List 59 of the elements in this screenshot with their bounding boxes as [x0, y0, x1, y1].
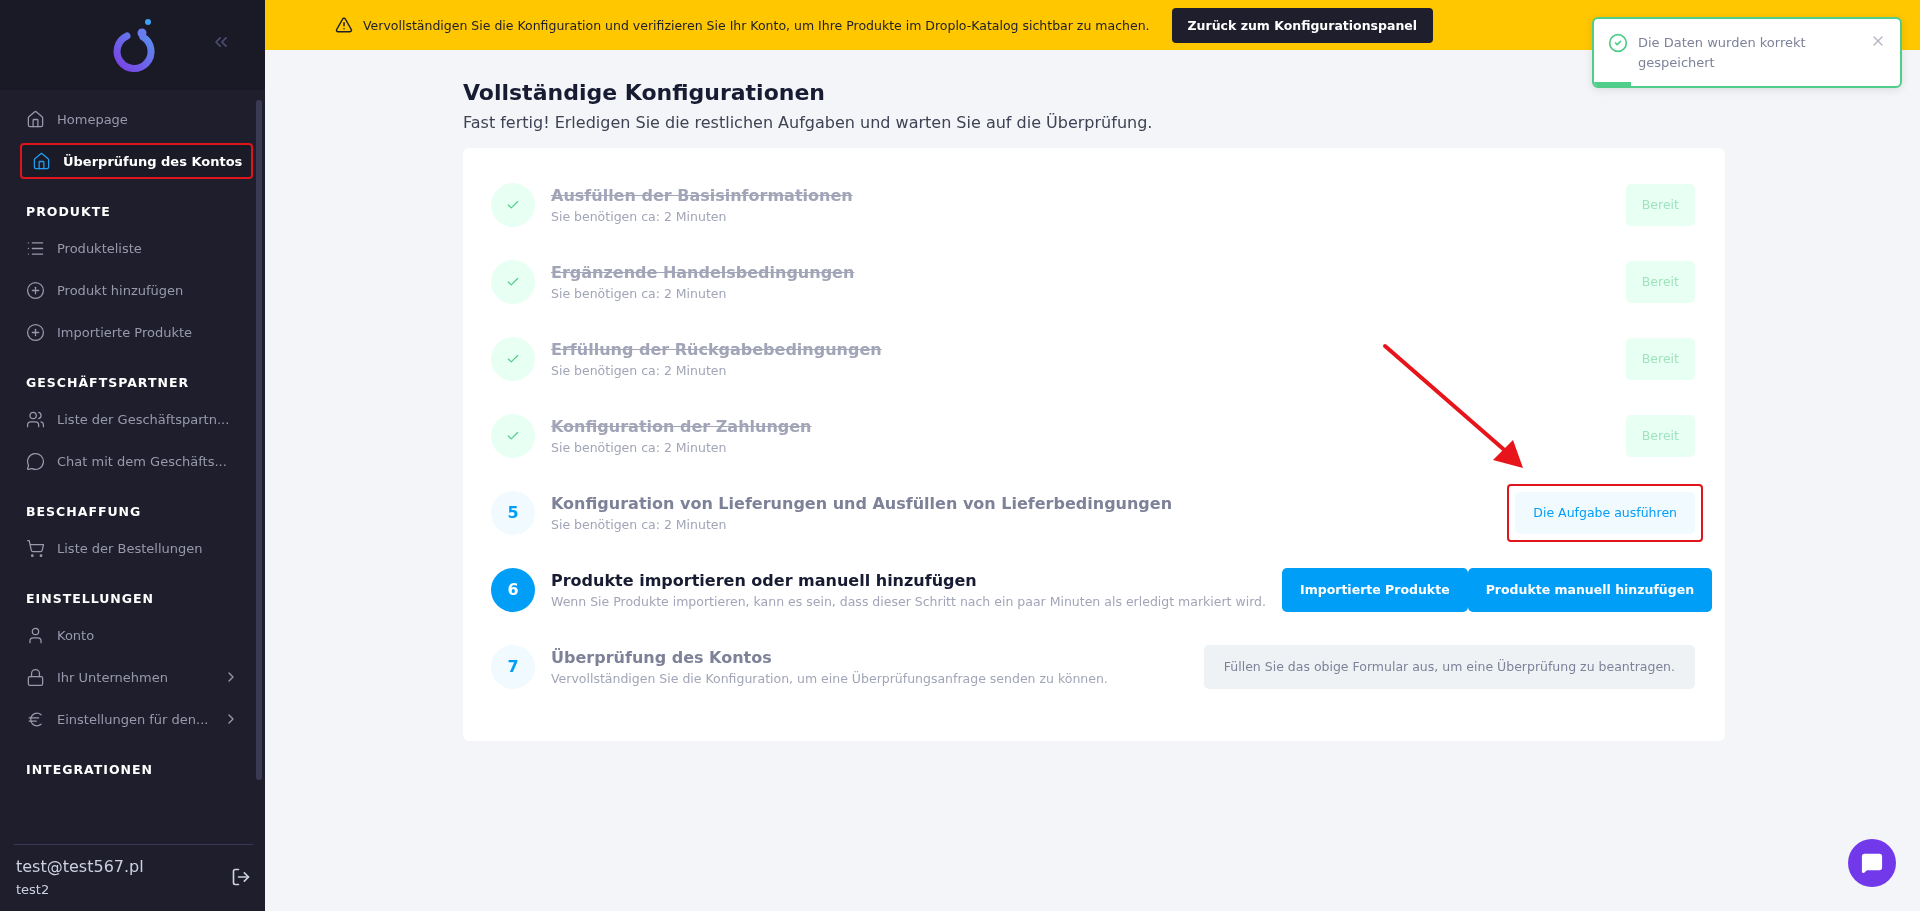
sidebar-item[interactable]: Produkteliste	[0, 230, 265, 266]
step-number: 6	[491, 567, 535, 612]
user-icon	[26, 625, 45, 645]
sidebar-item[interactable]: Importierte Produkte	[0, 314, 265, 350]
home-icon	[32, 151, 51, 171]
sidebar-item[interactable]: Liste der Geschäftspartn...	[0, 401, 265, 437]
sidebar-item[interactable]: Liste der Bestellungen	[0, 530, 265, 566]
scrollbar[interactable]	[256, 100, 262, 780]
task-hint: Sie benötigen ca: 2 Minuten	[551, 285, 728, 301]
section-heading: BESCHAFFUNG	[25, 504, 143, 519]
task-hint: Wenn Sie Produkte importieren, kann es sein, dass dieser Schritt nach ein paar Minuten als erledigt markiert wird.	[551, 593, 1266, 609]
page-subtitle: Fast fertig! Erledigen Sie die restlichen Aufgaben und warten Sie auf die Überprüfung.	[463, 113, 1154, 132]
back-button[interactable]: Zurück zum Konfigurationspanel	[1171, 7, 1434, 43]
task-title: Konfiguration von Lieferungen und Ausfüllen von Lieferbedingungen	[551, 493, 1174, 513]
sidebar-item[interactable]: Ihr Unternehmen	[0, 659, 265, 695]
sidebar-item[interactable]: Überprüfung des Kontos	[20, 143, 253, 179]
check-circle	[491, 182, 535, 227]
task-title: Ergänzende Handelsbedingungen	[551, 262, 856, 282]
task-hint: Sie benötigen ca: 2 Minuten	[551, 439, 728, 455]
task-hint: Sie benötigen ca: 2 Minuten	[551, 516, 728, 532]
check-circle	[491, 259, 535, 304]
section-heading: INTEGRATIONEN	[25, 762, 155, 777]
toast-message: Die Daten wurden korrekt gespeichert	[1638, 34, 1807, 72]
section-heading: GESCHÄFTSPARTNER	[25, 375, 191, 390]
plus-icon	[26, 322, 45, 342]
chat-icon	[1861, 852, 1883, 874]
logout-icon[interactable]	[231, 867, 251, 887]
sidebar-item[interactable]: Konto	[0, 617, 265, 653]
check-circle	[491, 336, 535, 381]
task-title: Erfüllung der Rückgabebedingungen	[551, 339, 883, 359]
section-heading: PRODUKTE	[25, 204, 112, 219]
task-title: Konfiguration der Zahlungen	[551, 416, 813, 436]
step-number: 5	[491, 490, 535, 535]
task-title: Produkte importieren oder manuell hinzufügen	[551, 570, 978, 590]
sidebar-item[interactable]: Einstellungen für den...	[0, 701, 265, 737]
plus-icon	[26, 280, 45, 300]
sidebar-item[interactable]: Produkt hinzufügen	[0, 272, 265, 308]
task-hint: Sie benötigen ca: 2 Minuten	[551, 208, 728, 224]
cart-icon	[26, 538, 45, 558]
task-hint: Vervollständigen Sie die Konfiguration, um eine Überprüfungsanfrage senden zu können.	[551, 670, 1109, 686]
task-title: Überprüfung des Kontos	[551, 647, 773, 667]
chat-button[interactable]	[1848, 839, 1896, 887]
lock-icon	[26, 667, 45, 687]
check-circle	[491, 413, 535, 458]
users-icon	[26, 409, 45, 429]
banner-text: Vervollständigen Sie die Konfiguration und verifizieren Sie Ihr Konto, um Ihre Produkte im Droplo-Katalog sichtbar zu machen.	[363, 17, 1150, 33]
chat-icon	[26, 451, 45, 471]
step-number: 7	[491, 644, 535, 689]
check-icon	[1608, 33, 1628, 53]
sidebar-item[interactable]: Chat mit dem Geschäfts...	[0, 443, 265, 479]
section-heading: EINSTELLUNGEN	[25, 591, 156, 606]
warning-icon	[335, 16, 353, 34]
user-name: test2	[16, 882, 51, 897]
user-email: test@test567.pl	[16, 857, 144, 876]
task-title: Ausfüllen der Basisinformationen	[551, 185, 854, 205]
home-icon	[26, 109, 45, 129]
task-hint: Sie benötigen ca: 2 Minuten	[551, 362, 728, 378]
sidebar-item[interactable]: Homepage	[0, 101, 265, 137]
page-title: Vollständige Konfigurationen	[463, 80, 827, 105]
